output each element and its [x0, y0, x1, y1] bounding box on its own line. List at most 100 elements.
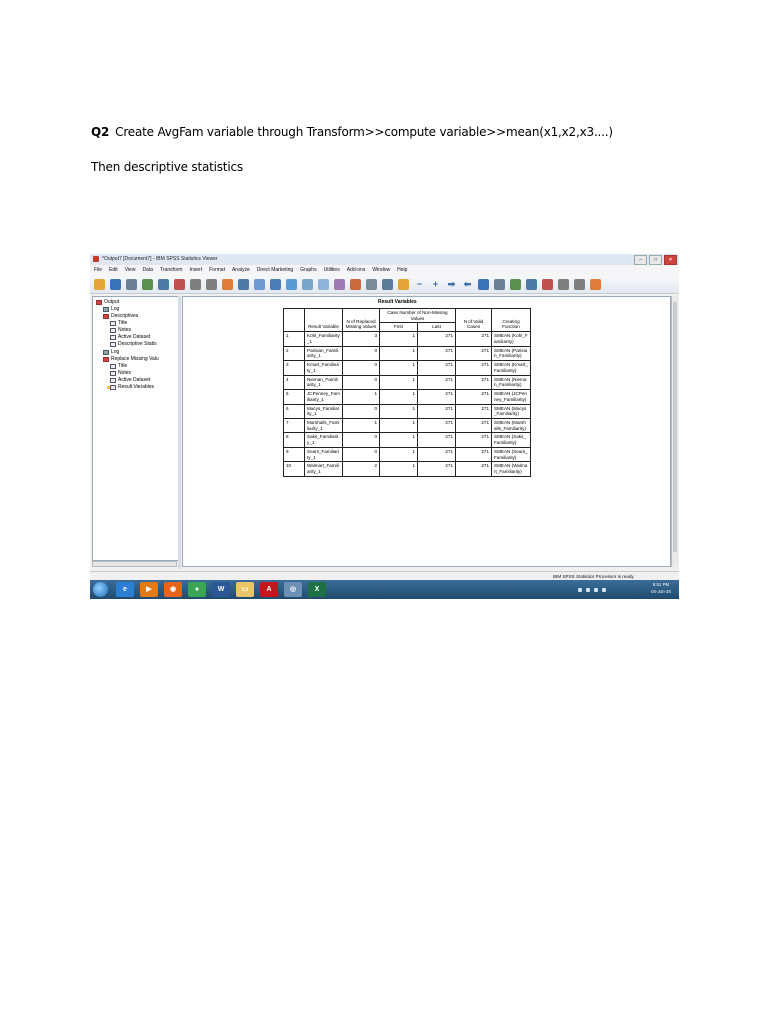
menu-item[interactable]: Data	[142, 265, 153, 276]
navigator-item[interactable]: Active Dataset	[110, 377, 150, 384]
chrome-icon[interactable]: ●	[188, 582, 206, 597]
table-row[interactable]: 10 Walmart_Familiarity_1 2 1 271 271 SMEAN (Wa…	[283, 461, 531, 477]
table-row[interactable]: 4 Nieman_Familiarity_1 0 1 271 271 SMEAN (Niem…	[283, 374, 531, 391]
navigator-item-label: Log	[111, 349, 120, 355]
redo-icon[interactable]	[206, 279, 217, 290]
navigator-item[interactable]: Title	[110, 363, 127, 370]
cell-num: 9	[283, 446, 305, 463]
hide-icon[interactable]	[542, 279, 553, 290]
menu-item[interactable]: View	[125, 265, 136, 276]
menu-item[interactable]: Edit	[109, 265, 118, 276]
navigator-item[interactable]: Descriptive Statis	[110, 341, 157, 348]
cell-func: SMEAN (Kohl_Familiarity)	[491, 331, 531, 347]
table-row[interactable]: 6 Macys_Familiarity_1 0 1 271 271 SMEAN (Macys…	[283, 403, 531, 420]
menu-item[interactable]: Help	[397, 265, 407, 276]
menu-item[interactable]: Window	[372, 265, 390, 276]
start-button[interactable]	[93, 582, 108, 597]
acrobat-icon[interactable]: A	[260, 582, 278, 597]
show-icon[interactable]	[526, 279, 537, 290]
cell-last: 271	[417, 374, 456, 391]
navigator-item[interactable]: Active Dataset	[110, 334, 150, 341]
goto-variable-icon[interactable]	[238, 279, 249, 290]
menu-item[interactable]: File	[94, 265, 102, 276]
taskbar-clock[interactable]: 6:51 PM 04-Jun-20	[645, 581, 677, 595]
insert-text-icon[interactable]	[590, 279, 601, 290]
pane-splitter[interactable]	[178, 296, 181, 569]
output-content-pane[interactable]: Result Variables Result Variable N of Re…	[182, 296, 671, 567]
recall-dialog-icon[interactable]	[174, 279, 185, 290]
navigator-item[interactable]: Log	[103, 349, 119, 356]
navigator-item[interactable]: Title	[110, 320, 127, 327]
scrollbar-thumb[interactable]	[673, 302, 677, 552]
maximize-button[interactable]: □	[649, 255, 662, 265]
table-row[interactable]: 2 Parisian_Familiarity_1 0 1 271 271 SMEAN (Pa…	[283, 345, 531, 362]
select-cases-icon[interactable]	[318, 279, 329, 290]
menu-item[interactable]: Graphs	[300, 265, 316, 276]
insert-heading-icon[interactable]	[558, 279, 569, 290]
navigator-horizontal-scrollbar[interactable]	[92, 561, 177, 567]
folder-icon[interactable]: ▭	[236, 582, 254, 597]
navigator-item[interactable]: Output	[96, 299, 119, 306]
navigator-item[interactable]: Notes	[110, 327, 131, 334]
table-row[interactable]: 7 Marshalls_Familiarity_1 1 1 271 271 SMEAN (M…	[283, 417, 531, 434]
open-icon[interactable]	[94, 279, 105, 290]
navigator-item[interactable]: Replace Missing Valu	[103, 356, 159, 363]
previous-icon[interactable]: ⬅	[462, 279, 473, 290]
value-labels-icon[interactable]	[350, 279, 361, 290]
output-navigator[interactable]: Output Log Descriptives Title Notes Active Da…	[92, 296, 179, 561]
insert-variable-icon[interactable]	[286, 279, 297, 290]
weight-cases-icon[interactable]	[334, 279, 345, 290]
next-icon[interactable]: ➡	[446, 279, 457, 290]
save-icon[interactable]	[110, 279, 121, 290]
expand-icon[interactable]	[494, 279, 505, 290]
menu-item[interactable]: Direct Marketing	[257, 265, 293, 276]
result-variables-table[interactable]: Result Variable N of Replaced Missing Va…	[283, 307, 531, 477]
navigator-item[interactable]: Result Variables	[110, 384, 154, 391]
goto-case-icon[interactable]	[222, 279, 233, 290]
split-file-icon[interactable]	[302, 279, 313, 290]
menu-item[interactable]: Analyze	[232, 265, 250, 276]
insert-cases-icon[interactable]	[270, 279, 281, 290]
print-preview-icon[interactable]	[142, 279, 153, 290]
spss-icon[interactable]: ◎	[284, 582, 302, 597]
designate-window-icon[interactable]	[382, 279, 393, 290]
volume-icon[interactable]	[594, 587, 598, 592]
navigator-item[interactable]: Notes	[110, 370, 131, 377]
expand-plus-icon[interactable]: +	[430, 279, 441, 290]
table-row[interactable]: 5 JCPenney_Familiarity_1 1 1 271 271 SMEAN (JC…	[283, 389, 531, 405]
menu-item[interactable]: Format	[209, 265, 225, 276]
promote-icon[interactable]	[398, 279, 409, 290]
clock-date: 04-Jun-20	[651, 589, 671, 594]
export-icon[interactable]	[158, 279, 169, 290]
table-row[interactable]: 3 Kmart_Familiarity_1 0 1 271 271 SMEAN (Kmart…	[283, 360, 531, 376]
variables-icon[interactable]	[254, 279, 265, 290]
menu-item[interactable]: Utilities	[324, 265, 340, 276]
navigator-item[interactable]: Log	[103, 306, 119, 313]
table-row[interactable]: 9 Sears_Familiarity_1 0 1 271 271 SMEAN (Sears…	[283, 446, 531, 463]
collapse-minus-icon[interactable]: −	[414, 279, 425, 290]
menu-item[interactable]: Insert	[190, 265, 203, 276]
firefox-icon[interactable]: ◉	[164, 582, 182, 597]
navigator-item[interactable]: Descriptives	[103, 313, 138, 320]
cell-num: 5	[283, 389, 305, 405]
collapse-icon[interactable]	[510, 279, 521, 290]
word-icon[interactable]: W	[212, 582, 230, 597]
show-all-icon[interactable]	[366, 279, 377, 290]
print-icon[interactable]	[126, 279, 137, 290]
menu-item[interactable]: Add-ons	[347, 265, 366, 276]
excel-icon[interactable]: X	[308, 582, 326, 597]
insert-title-icon[interactable]	[574, 279, 585, 290]
menu-item[interactable]: Transform	[160, 265, 183, 276]
table-row[interactable]: 1 Kohl_Familiarity_1 3 1 271 271 SMEAN (Kohl_F…	[283, 331, 531, 347]
table-row[interactable]: 8 Saks_Familiarity_1 0 1 271 271 SMEAN (Saks_F…	[283, 432, 531, 448]
media-player-icon[interactable]: ▶	[140, 582, 158, 597]
ie-icon[interactable]: e	[116, 582, 134, 597]
tray-arrow-icon[interactable]	[578, 587, 582, 592]
undo-icon[interactable]	[190, 279, 201, 290]
minimize-button[interactable]: –	[634, 255, 647, 265]
network-icon[interactable]	[586, 587, 590, 592]
content-vertical-scrollbar[interactable]	[671, 296, 678, 567]
demote-icon[interactable]	[478, 279, 489, 290]
close-button[interactable]: ✕	[664, 255, 677, 265]
flag-icon[interactable]	[602, 587, 606, 592]
